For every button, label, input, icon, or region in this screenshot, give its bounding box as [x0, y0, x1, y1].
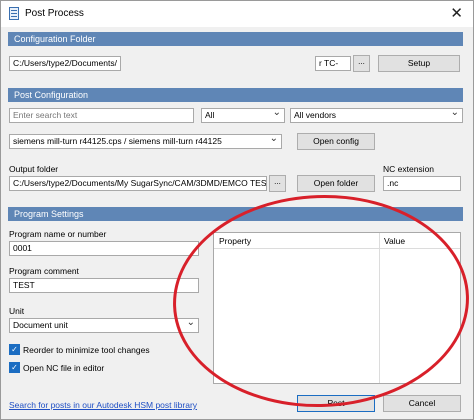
setup-button[interactable]: Setup: [378, 55, 460, 72]
open-config-button[interactable]: Open config: [297, 133, 375, 150]
post-library-link[interactable]: Search for posts in our Autodesk HSM pos…: [9, 400, 197, 410]
app-icon: [9, 7, 19, 20]
unit-dropdown[interactable]: Document unit: [9, 318, 199, 333]
vendor-dropdown[interactable]: All vendors: [290, 108, 463, 123]
post-configuration-header: Post Configuration: [8, 88, 463, 102]
unit-label: Unit: [9, 306, 25, 316]
program-name-label: Program name or number: [9, 229, 107, 239]
program-settings-header: Program Settings: [8, 207, 463, 221]
output-folder-label: Output folder: [9, 164, 59, 174]
post-dropdown[interactable]: siemens mill-turn r44125.cps / siemens m…: [9, 134, 282, 149]
search-input[interactable]: Enter search text: [9, 108, 194, 123]
configuration-folder-header: Configuration Folder: [8, 32, 463, 46]
title-bar: Post Process ✕: [1, 1, 473, 27]
post-button[interactable]: Post: [297, 395, 375, 412]
column-divider[interactable]: [379, 233, 380, 383]
property-column-header[interactable]: Property: [219, 236, 251, 246]
reorder-checkbox[interactable]: ✓: [9, 344, 20, 355]
open-folder-button[interactable]: Open folder: [297, 175, 375, 192]
nc-extension-label: NC extension: [383, 164, 435, 174]
configuration-folder-input[interactable]: C:/Users/type2/Documents/: [9, 56, 121, 71]
configuration-folder-input-tail[interactable]: r TC-: [315, 56, 351, 71]
nc-extension-input[interactable]: .nc: [383, 176, 461, 191]
close-icon[interactable]: ✕: [450, 4, 463, 22]
output-browse-button[interactable]: ...: [269, 175, 286, 192]
window-title: Post Process: [25, 8, 84, 19]
post-process-dialog: Post Process ✕ Configuration Folder C:/U…: [0, 0, 474, 420]
property-grid-header: Property Value: [214, 233, 460, 249]
program-comment-input[interactable]: TEST: [9, 278, 199, 293]
filter-dropdown[interactable]: All: [201, 108, 285, 123]
program-name-input[interactable]: 0001: [9, 241, 199, 256]
program-comment-label: Program comment: [9, 266, 79, 276]
value-column-header[interactable]: Value: [384, 236, 405, 246]
property-grid[interactable]: Property Value: [213, 232, 461, 384]
cancel-button[interactable]: Cancel: [383, 395, 461, 412]
open-nc-checkbox[interactable]: ✓: [9, 362, 20, 373]
output-folder-input[interactable]: C:/Users/type2/Documents/My SugarSync/CA…: [9, 176, 267, 191]
open-nc-label: Open NC file in editor: [23, 363, 105, 373]
reorder-label: Reorder to minimize tool changes: [23, 345, 150, 355]
configuration-browse-button[interactable]: ...: [353, 55, 370, 72]
